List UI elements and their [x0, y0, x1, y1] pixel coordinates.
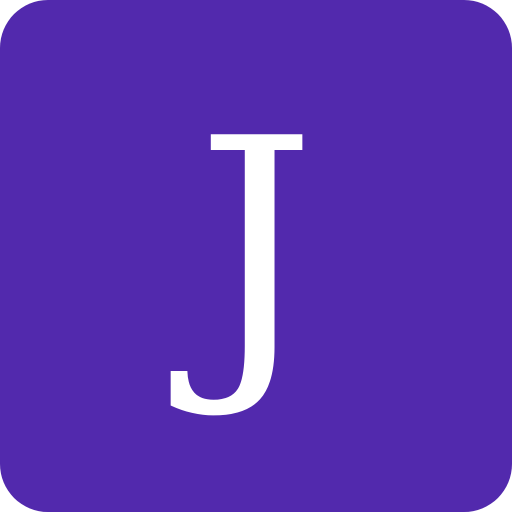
avatar-letter: J — [195, 75, 317, 424]
avatar-tile: J — [0, 0, 512, 512]
